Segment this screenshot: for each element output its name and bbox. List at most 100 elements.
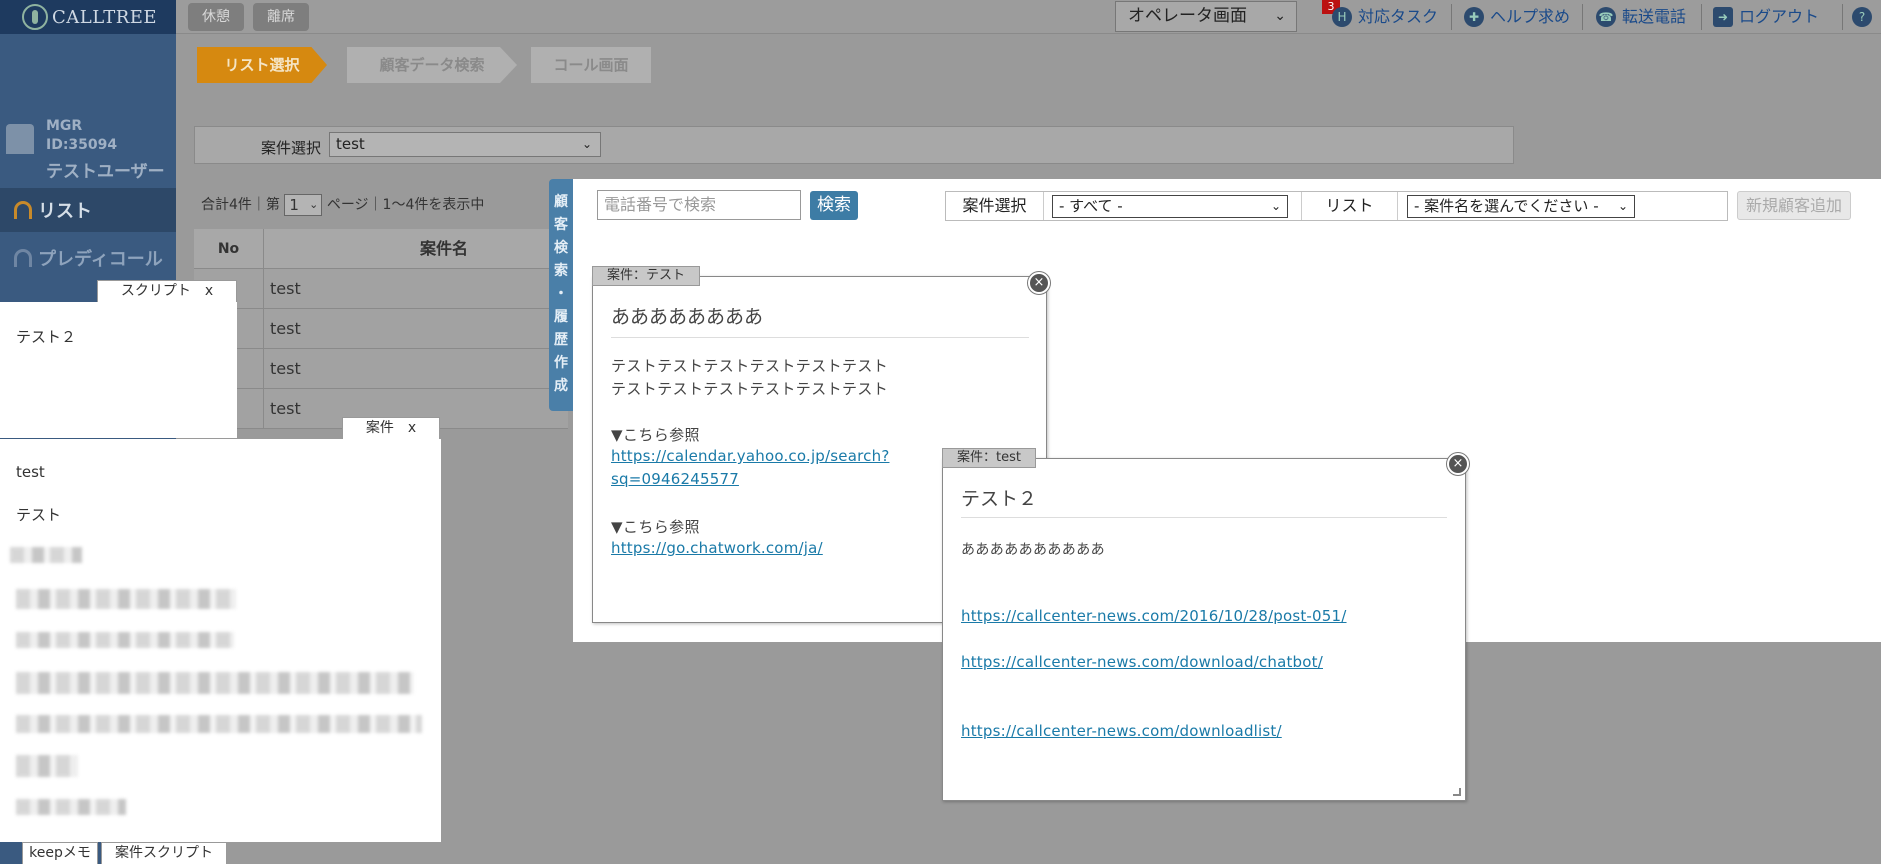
card-text: テストテストテストテストテストテスト xyxy=(611,380,889,398)
sidebar-item-label: プレディコール xyxy=(38,249,163,270)
card-link[interactable]: https://go.chatwork.com/ja/ xyxy=(611,539,823,557)
chevron-down-icon: ⌄ xyxy=(309,198,319,211)
script-panel: テスト２ xyxy=(0,302,237,438)
sidebar-item-predictive-call[interactable]: プレディコール xyxy=(0,236,176,280)
script-panel-tab[interactable]: スクリプト x xyxy=(97,280,237,302)
break-button[interactable]: 休憩 xyxy=(188,3,244,31)
filter-case-label: 案件選択 xyxy=(946,192,1044,220)
redacted-item xyxy=(10,547,82,563)
filter-list-value: - 案件名を選んでください - xyxy=(1414,197,1599,215)
chevron-down-icon: ⌄ xyxy=(1270,199,1281,213)
help-link[interactable]: ? xyxy=(1852,0,1872,34)
divider xyxy=(1451,4,1452,30)
redacted-item xyxy=(16,755,78,777)
redacted-item xyxy=(16,799,126,815)
card-link[interactable]: https://calendar.yahoo.co.jp/search? xyxy=(611,447,889,465)
vertical-tab-label: 顧客検索・履歴作成 xyxy=(554,194,568,394)
pagination-info: 合計4件｜第 1 ⌄ ページ｜1～4件を表示中 xyxy=(201,194,484,216)
logout-link[interactable]: ➜ ログアウト xyxy=(1713,0,1819,34)
logo-text: CALLTREE xyxy=(52,6,158,28)
user-role: MGR xyxy=(46,118,83,134)
chevron-down-icon: ⌄ xyxy=(1617,199,1628,213)
add-customer-button[interactable]: 新規顧客追加 xyxy=(1737,191,1851,220)
row-name: test xyxy=(270,399,301,418)
card-text: テストテストテストテストテストテスト xyxy=(611,357,889,375)
headset-icon xyxy=(14,201,32,219)
page-select-value: 1 xyxy=(289,196,299,214)
help-request-label: ヘルプ求め xyxy=(1490,7,1571,26)
pagination-suffix: ページ｜1～4件を表示中 xyxy=(326,197,485,213)
transfer-call-link[interactable]: ☎ 転送電話 xyxy=(1596,0,1686,34)
redacted-item xyxy=(16,715,422,733)
sidebar-item-list[interactable]: リスト xyxy=(0,188,176,232)
divider xyxy=(1701,4,1702,30)
top-bar: CALLTREE 休憩 離席 オペレータ画面 ⌄ 3 H 対応タスク ✚ ヘルプ… xyxy=(0,0,1881,34)
close-icon[interactable]: × xyxy=(1447,453,1469,475)
divider xyxy=(611,337,1029,338)
keep-memo-tab[interactable]: keepメモ xyxy=(22,842,98,864)
case-select[interactable]: test ⌄ xyxy=(329,132,601,157)
lifebuoy-icon: ✚ xyxy=(1464,7,1484,27)
chevron-down-icon: ⌄ xyxy=(581,137,592,151)
row-name: test xyxy=(270,279,301,298)
avatar xyxy=(6,124,34,154)
case-select-band: 案件選択 test ⌄ xyxy=(194,126,1514,164)
table-row[interactable]: 1 test xyxy=(194,269,568,309)
filter-list-select[interactable]: - 案件名を選んでください - ⌄ xyxy=(1407,195,1635,218)
note-card-test2[interactable]: テスト２ ああああああああああ https://callcenter-news.… xyxy=(942,458,1466,801)
divider xyxy=(1842,4,1843,30)
card-tag: 案件：テスト xyxy=(592,266,701,286)
filter-case-value: - すべて - xyxy=(1059,197,1123,215)
table-row[interactable]: 3 test xyxy=(194,309,568,349)
card-text: ああああああああああ xyxy=(961,542,1105,558)
operator-screen-select[interactable]: オペレータ画面 ⌄ xyxy=(1115,1,1297,32)
column-header-name: 案件名 xyxy=(420,239,469,258)
help-request-link[interactable]: ✚ ヘルプ求め xyxy=(1464,0,1570,34)
card-text: ▼こちら参照 xyxy=(611,426,700,444)
tree-logo-icon xyxy=(22,4,48,30)
close-icon[interactable]: × xyxy=(1028,272,1050,294)
leave-button[interactable]: 離席 xyxy=(253,3,309,31)
customer-search-history-tab[interactable]: 顧客検索・履歴作成 xyxy=(549,179,573,411)
redacted-item xyxy=(16,672,414,694)
filter-case-select[interactable]: - すべて - ⌄ xyxy=(1052,195,1288,218)
card-link[interactable]: https://callcenter-news.com/downloadlist… xyxy=(961,722,1282,740)
row-name: test xyxy=(270,359,301,378)
task-link[interactable]: H 対応タスク xyxy=(1332,0,1438,34)
page-select[interactable]: 1 ⌄ xyxy=(284,194,323,216)
user-name: テストユーザー xyxy=(46,162,165,182)
case-panel-tab[interactable]: 案件 x xyxy=(342,417,440,439)
case-select-value: test xyxy=(336,135,365,153)
step-list-select[interactable]: リスト選択 xyxy=(197,47,327,83)
card-title: テスト２ xyxy=(961,488,1038,510)
case-item[interactable]: test xyxy=(16,463,45,481)
chevron-down-icon: ⌄ xyxy=(1274,8,1286,24)
calltree-logo: CALLTREE xyxy=(0,0,176,34)
column-header-no: No xyxy=(194,229,264,269)
script-content: テスト２ xyxy=(16,328,77,346)
phone-search-input[interactable]: 電話番号で検索 xyxy=(597,190,801,220)
transfer-call-label: 転送電話 xyxy=(1622,7,1687,26)
step-customer-search[interactable]: 顧客データ検索 xyxy=(347,47,517,83)
headset-icon xyxy=(14,249,32,267)
card-tag: 案件：test xyxy=(942,448,1036,468)
card-link[interactable]: https://callcenter-news.com/2016/10/28/p… xyxy=(961,607,1347,625)
filter-box: 案件選択 - すべて - ⌄ リスト - 案件名を選んでください - ⌄ xyxy=(945,191,1728,221)
card-link[interactable]: sq=0946245577 xyxy=(611,470,739,488)
logout-icon: ➜ xyxy=(1713,7,1733,27)
divider xyxy=(1582,4,1583,30)
table-row[interactable]: 4 test xyxy=(194,349,568,389)
case-script-tab[interactable]: 案件スクリプト xyxy=(101,842,227,864)
help-icon: ? xyxy=(1852,7,1872,27)
search-button[interactable]: 検索 xyxy=(810,191,858,220)
case-select-label: 案件選択 xyxy=(261,139,322,157)
case-item[interactable]: テスト xyxy=(16,504,61,525)
row-name: test xyxy=(270,319,301,338)
logout-label: ログアウト xyxy=(1739,7,1820,26)
case-panel: test テスト xyxy=(0,439,441,842)
card-link[interactable]: https://callcenter-news.com/download/cha… xyxy=(961,653,1323,671)
operator-screen-select-value: オペレータ画面 xyxy=(1128,6,1247,26)
step-call-screen[interactable]: コール画面 xyxy=(531,47,651,83)
card-title: ああああああああ xyxy=(611,306,764,328)
resize-handle[interactable] xyxy=(1453,788,1461,796)
